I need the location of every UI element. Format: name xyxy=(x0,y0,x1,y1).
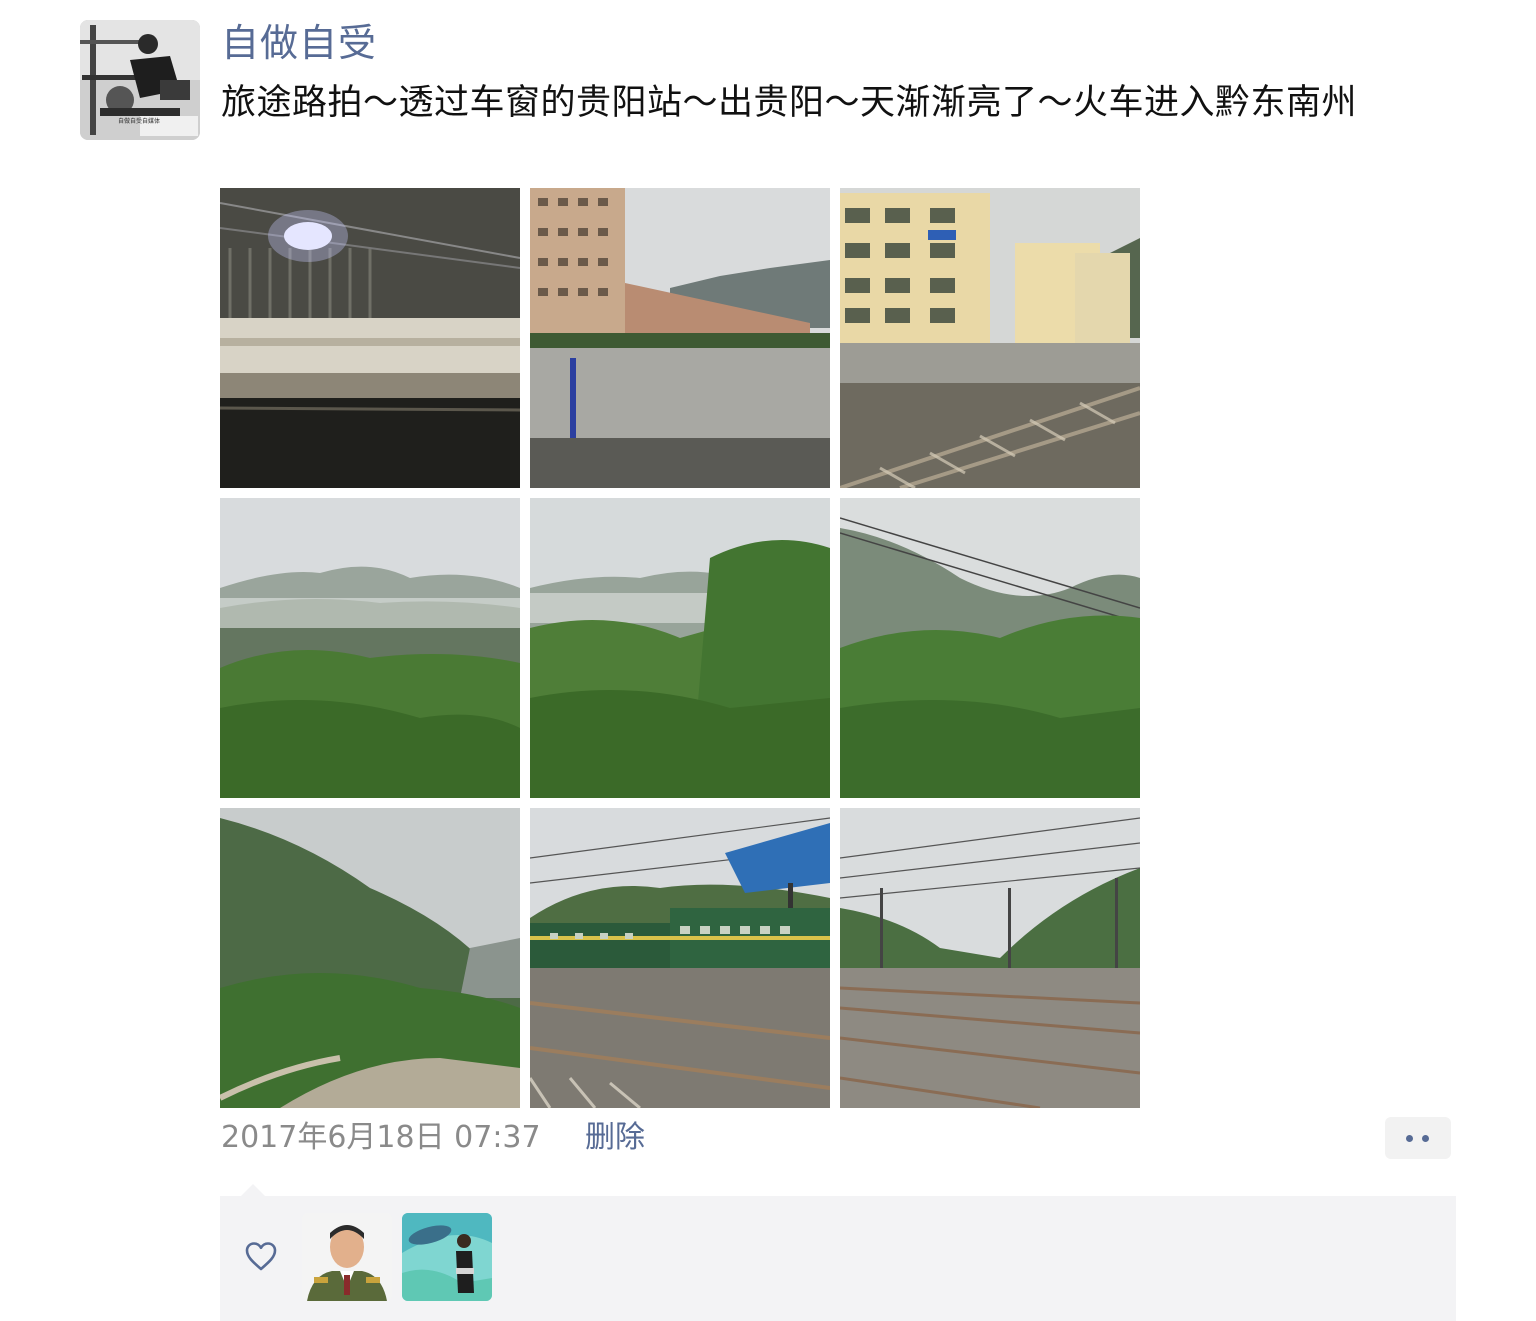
delete-button[interactable]: 删除 xyxy=(585,1116,645,1160)
author-avatar[interactable]: 自做自受自媒体 xyxy=(80,20,200,140)
photo-9[interactable] xyxy=(840,808,1140,1108)
author-name[interactable]: 自做自受 xyxy=(221,18,377,68)
more-options-button[interactable] xyxy=(1385,1117,1451,1159)
heart-icon xyxy=(245,1242,277,1271)
photo-grid xyxy=(220,188,1140,1108)
photo-5[interactable] xyxy=(530,498,830,798)
post-timestamp: 2017年6月18日 07:37 xyxy=(221,1120,541,1155)
more-dot-icon xyxy=(1406,1135,1413,1142)
avatar-caption: 自做自受自媒体 xyxy=(118,118,161,125)
liker-avatar-1[interactable] xyxy=(302,1213,392,1301)
photo-8[interactable] xyxy=(530,808,830,1108)
photo-6[interactable] xyxy=(840,498,1140,798)
photo-1[interactable] xyxy=(220,188,520,488)
photo-7[interactable] xyxy=(220,808,520,1108)
photo-3[interactable] xyxy=(840,188,1140,488)
photo-2[interactable] xyxy=(530,188,830,488)
liker-avatar-2[interactable] xyxy=(402,1213,492,1301)
post-text: 旅途路拍～透过车窗的贵阳站～出贵阳～天渐渐亮了～火车进入黔东南州 xyxy=(221,83,1358,123)
more-dot-icon xyxy=(1422,1135,1429,1142)
likes-panel xyxy=(220,1196,1456,1321)
photo-4[interactable] xyxy=(220,498,520,798)
